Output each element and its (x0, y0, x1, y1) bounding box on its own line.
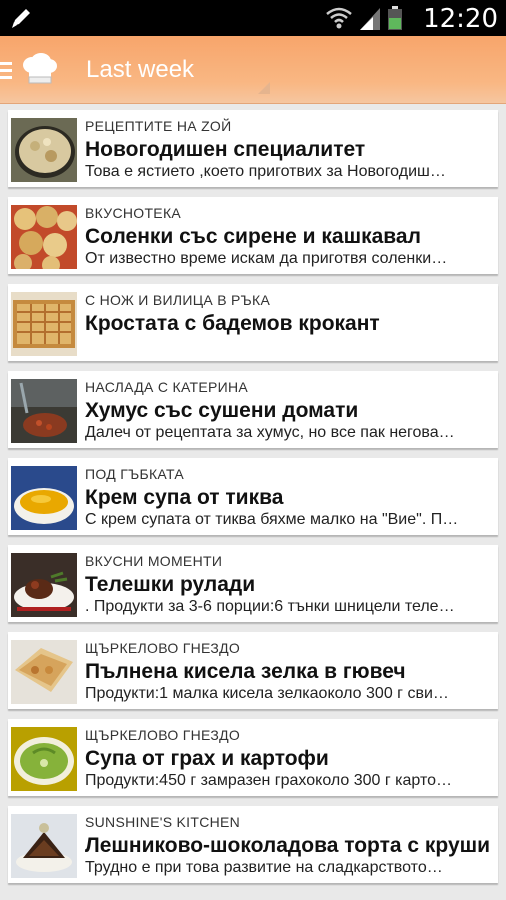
source-label: РЕЦЕПТИТЕ НА ZOЙ (85, 118, 232, 134)
item-excerpt: От известно време искам да приготвя соле… (85, 250, 448, 267)
thumbnail-image (11, 553, 77, 617)
thumbnail-image (11, 727, 77, 791)
source-label: ПОД ГЪБКАТА (85, 466, 184, 482)
source-label: С НОЖ И ВИЛИЦА В РЪКА (85, 292, 271, 308)
drawer-indicator-icon[interactable] (0, 62, 12, 80)
list-item[interactable]: ВКУСНИ МОМЕНТИ Телешки рулади . Продукти… (8, 545, 498, 622)
thumbnail-image (11, 292, 77, 356)
item-title: Новогодишен специалитет (85, 138, 366, 161)
item-title: Кростата с бадемов крокант (85, 312, 380, 335)
item-excerpt: Продукти:1 малка кисела зелкаоколо 300 г… (85, 685, 449, 702)
item-title: Соленки със сирене и кашкавал (85, 225, 421, 248)
list-item[interactable]: ЩЪРКЕЛОВО ГНЕЗДО Пълнена кисела зелка в … (8, 632, 498, 709)
item-excerpt: Трудно е при това развитие на сладкарств… (85, 859, 443, 876)
list-item[interactable]: НАСЛАДА С КАТЕРИНА Хумус със сушени дома… (8, 371, 498, 448)
dropdown-indicator-icon[interactable] (258, 82, 270, 94)
item-excerpt: . Продукти за 3-6 порции:6 тънки шницели… (85, 598, 455, 615)
list-item[interactable]: С НОЖ И ВИЛИЦА В РЪКА Кростата с бадемов… (8, 284, 498, 361)
list-item[interactable]: ЩЪРКЕЛОВО ГНЕЗДО Супа от грах и картофи … (8, 719, 498, 796)
page-title: Last week (86, 56, 195, 83)
thumbnail-image (11, 814, 77, 878)
item-title: Хумус със сушени домати (85, 399, 359, 422)
thumbnail-image (11, 118, 77, 182)
action-bar: Last week (0, 36, 506, 104)
chef-hat-icon[interactable] (20, 52, 58, 86)
signal-icon (360, 8, 380, 30)
item-title: Лешниково-шоколадова торта с круши (85, 834, 491, 857)
item-excerpt: Това е ястието ,което приготвих за Новог… (85, 163, 446, 180)
wifi-icon (326, 7, 352, 29)
source-label: SUNSHINE'S KITCHEN (85, 814, 241, 830)
item-title: Телешки рулади (85, 573, 256, 596)
source-label: ВКУСНИ МОМЕНТИ (85, 553, 223, 569)
item-title: Пълнена кисела зелка в гювеч (85, 660, 406, 683)
item-title: Крем супа от тиква (85, 486, 284, 509)
source-label: НАСЛАДА С КАТЕРИНА (85, 379, 249, 395)
list-item[interactable]: SUNSHINE'S KITCHEN Лешниково-шоколадова … (8, 806, 498, 883)
item-excerpt: Далеч от рецептата за хумус, но все пак … (85, 424, 455, 441)
list-item[interactable]: ВКУСНОТЕКА Соленки със сирене и кашкавал… (8, 197, 498, 274)
list-item[interactable]: ПОД ГЪБКАТА Крем супа от тиква С крем су… (8, 458, 498, 535)
thumbnail-image (11, 205, 77, 269)
source-label: ВКУСНОТЕКА (85, 205, 182, 221)
source-label: ЩЪРКЕЛОВО ГНЕЗДО (85, 727, 241, 743)
article-list: РЕЦЕПТИТЕ НА ZOЙ Новогодишен специалитет… (8, 110, 498, 893)
list-item[interactable]: РЕЦЕПТИТЕ НА ZOЙ Новогодишен специалитет… (8, 110, 498, 187)
status-bar: 12:20 (0, 0, 506, 36)
item-excerpt: С крем супата от тиква бяхме малко на "В… (85, 511, 459, 528)
thumbnail-image (11, 379, 77, 443)
edit-icon (12, 9, 30, 28)
thumbnail-image (11, 466, 77, 530)
clock: 12:20 (423, 4, 498, 34)
status-icons (326, 6, 402, 30)
source-label: ЩЪРКЕЛОВО ГНЕЗДО (85, 640, 241, 656)
battery-icon (388, 6, 402, 30)
item-title: Супа от грах и картофи (85, 747, 329, 770)
thumbnail-image (11, 640, 77, 704)
item-excerpt: Продукти:450 г замразен грахоколо 300 г … (85, 772, 452, 789)
